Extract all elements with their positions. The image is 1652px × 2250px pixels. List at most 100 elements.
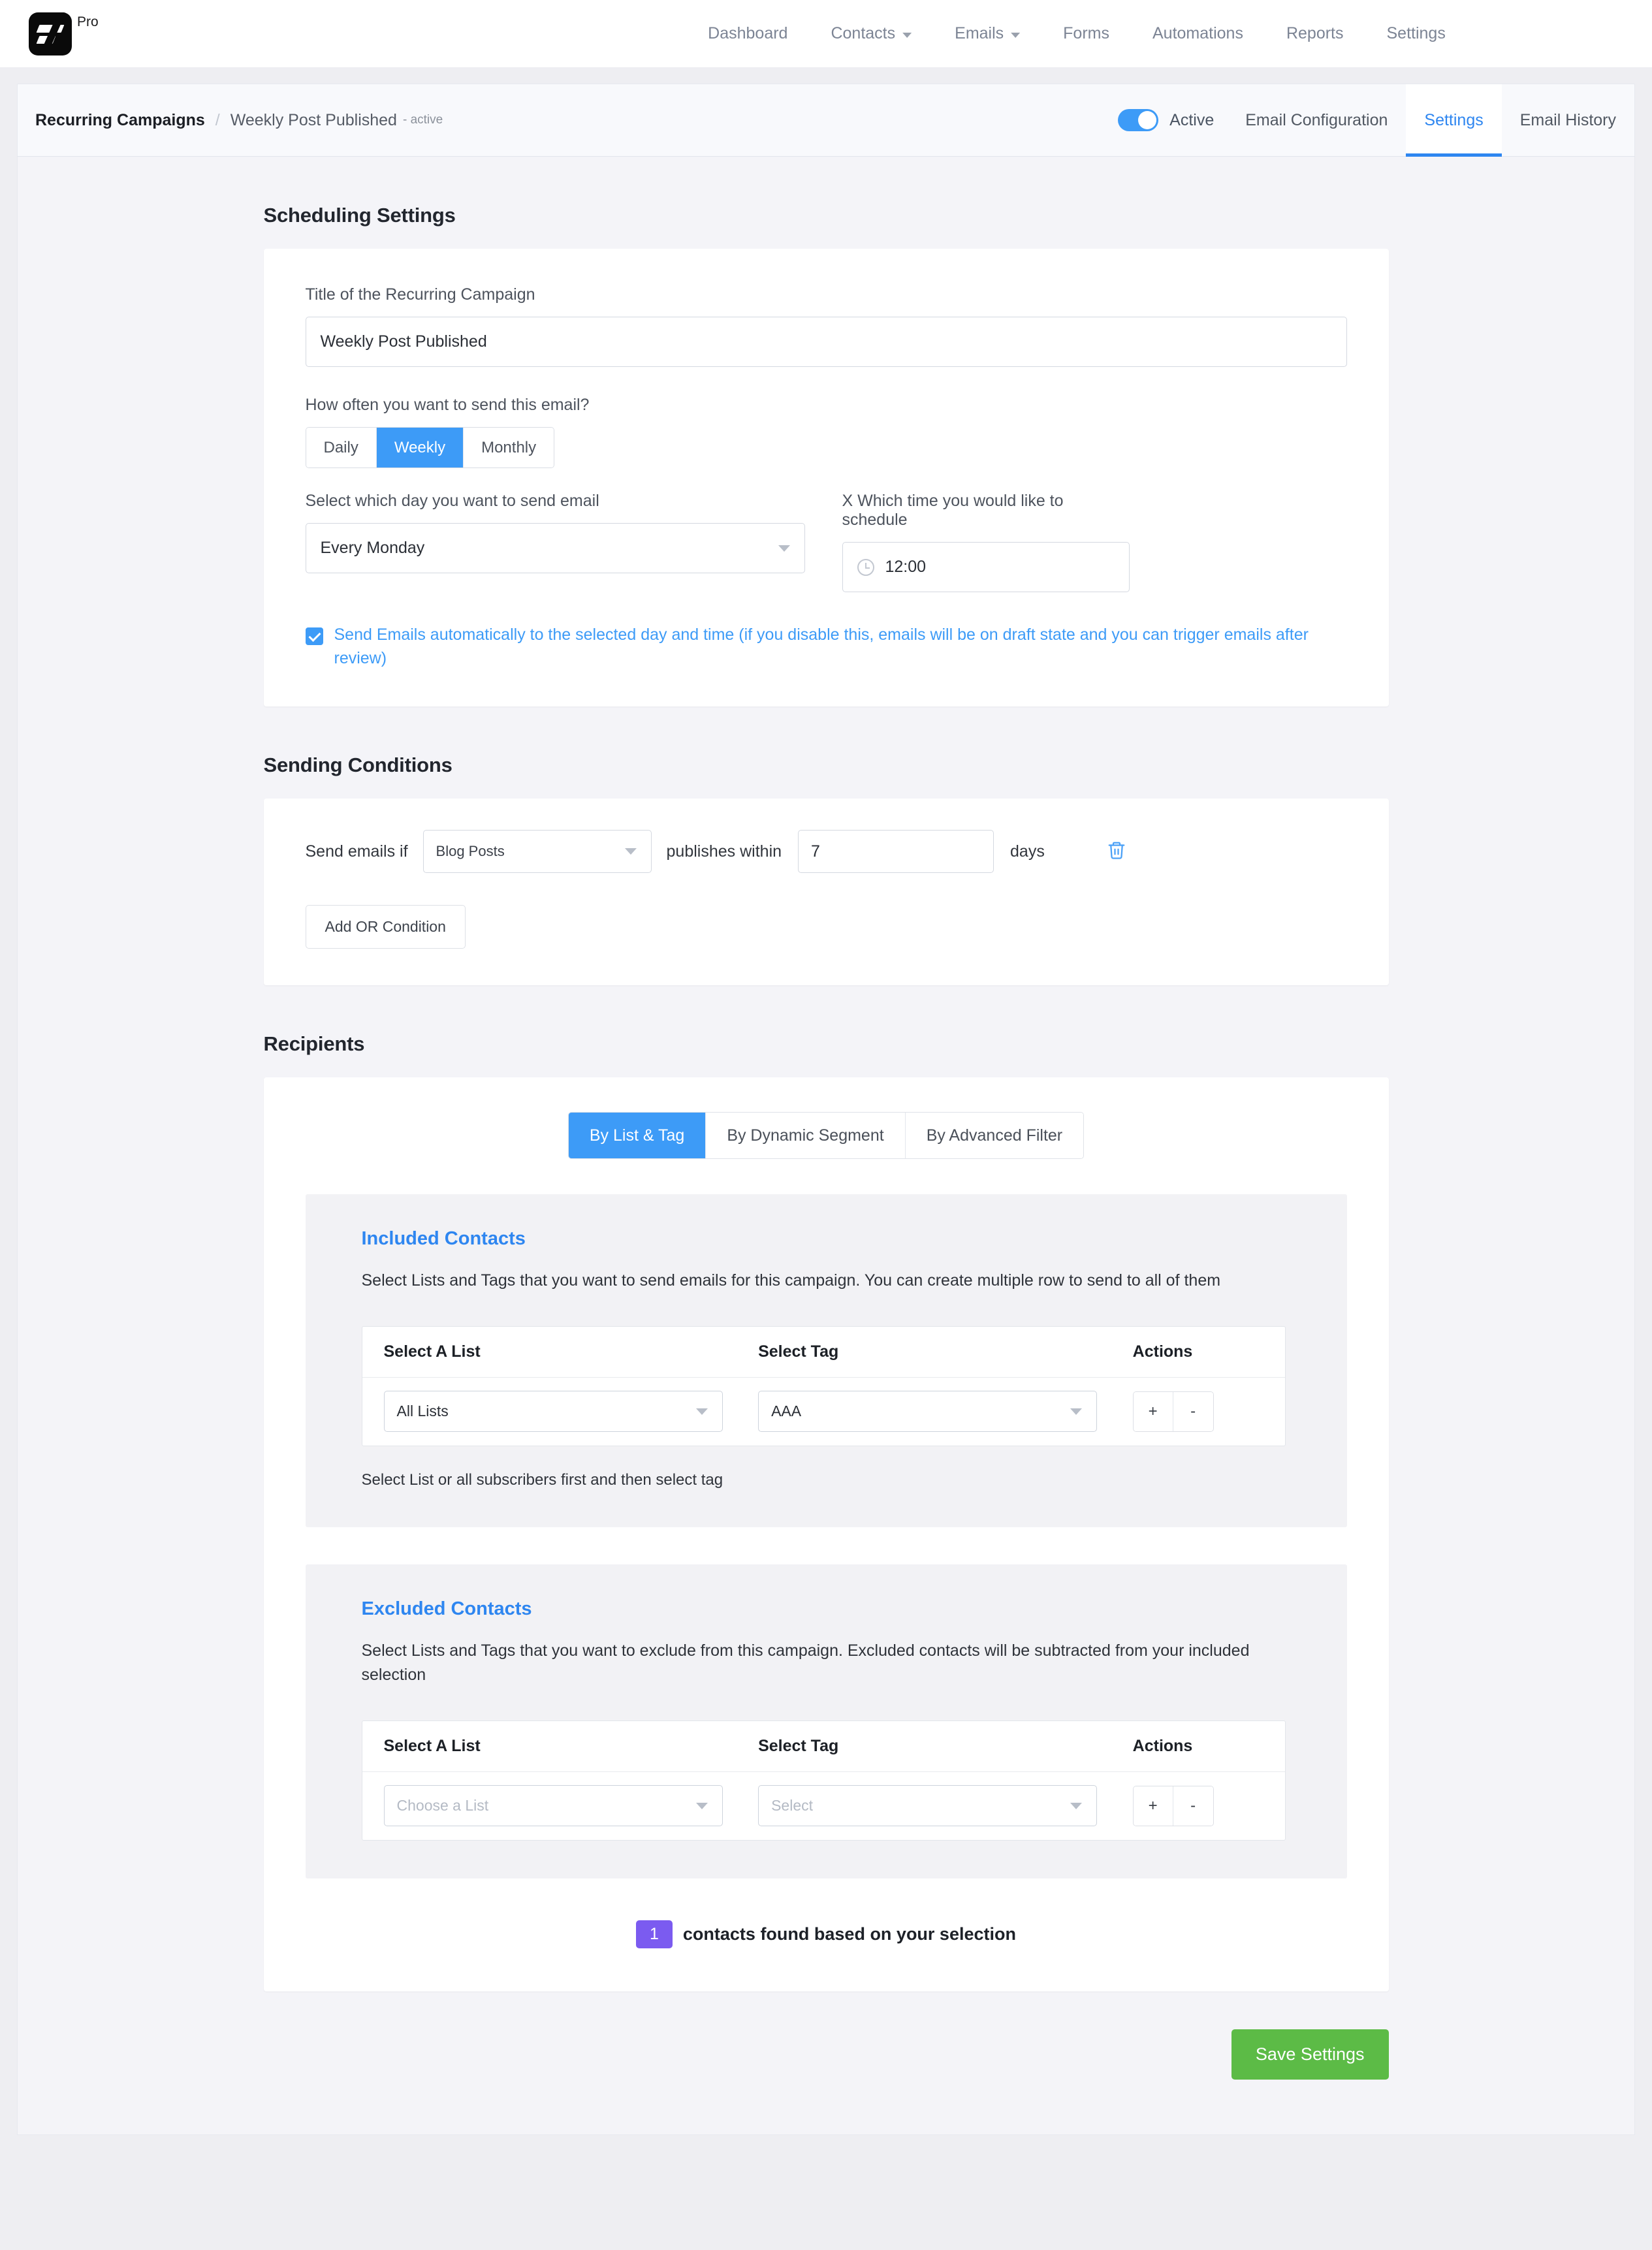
nav-label-reports: Reports [1286,24,1344,42]
included-tag-select[interactable]: AAA [758,1391,1098,1432]
scheduling-section-title: Scheduling Settings [263,204,456,227]
frequency-label: How often you want to send this email? [305,396,590,414]
tab-email-configuration[interactable]: Email Configuration [1227,84,1406,156]
frequency-option-monthly[interactable]: Monthly [464,428,554,467]
excluded-contacts-description: Select Lists and Tags that you want to e… [361,1641,1250,1685]
contacts-found-badge: 1 [636,1920,673,1948]
recipients-tab-by-advanced-filter[interactable]: By Advanced Filter [905,1113,1084,1158]
breadcrumb-current: Weekly Post Published [230,110,397,129]
recipients-tab-by-list-and-tag[interactable]: By List & Tag [568,1113,707,1158]
brand-pro-label: Pro [77,14,99,29]
clock-icon [857,558,874,576]
included-contacts-title: Included Contacts [361,1228,526,1249]
excluded-column-list: Select A List [383,1736,481,1755]
nav-item-emails[interactable]: Emails [933,18,1041,50]
auto-send-label[interactable]: Send Emails automatically to the selecte… [334,624,1327,670]
condition-days-input[interactable]: 7 [798,830,994,873]
recipients-tab-by-dynamic-segment[interactable]: By Dynamic Segment [706,1113,906,1158]
excluded-contacts-title: Excluded Contacts [361,1598,532,1619]
excluded-table-header: Select A List Select Tag Actions [362,1721,1285,1772]
active-toggle-label: Active [1169,110,1215,129]
condition-middle-label: publishes within [666,842,782,861]
included-tag-value: AAA [771,1402,802,1419]
nav-item-automations[interactable]: Automations [1131,18,1265,50]
table-row: Choose a List Select + - [362,1772,1285,1840]
time-label: X Which time you would like to schedule [842,492,1064,529]
active-toggle[interactable] [1118,109,1159,131]
condition-row: Send emails if Blog Posts publishes with… [306,830,1347,873]
excluded-column-tag: Select Tag [758,1736,839,1755]
campaign-title-input[interactable]: Weekly Post Published [305,317,1347,367]
day-time-row: Select which day you want to send email … [305,492,1347,592]
frequency-label-daily: Daily [323,438,358,456]
frequency-label-monthly: Monthly [481,438,537,456]
recipients-tabbar-wrap: By List & Tag By Dynamic Segment By Adva… [264,1112,1389,1159]
recipients-section: Recipients By List & Tag By Dynamic Segm… [263,1032,1389,1991]
nav-item-dashboard[interactable]: Dashboard [686,18,809,50]
tab-settings[interactable]: Settings [1406,84,1502,157]
breadcrumb-separator: / [215,110,220,129]
nav-label-contacts: Contacts [831,24,896,42]
excluded-remove-row-button[interactable]: - [1173,1786,1213,1826]
excluded-add-row-button[interactable]: + [1133,1786,1173,1826]
scheduling-card: Title of the Recurring Campaign Weekly P… [263,249,1389,706]
included-add-row-button[interactable]: + [1133,1391,1173,1431]
chevron-down-icon [1070,1408,1083,1415]
included-contacts-block: Included Contacts Select Lists and Tags … [305,1194,1347,1527]
day-field-group: Select which day you want to send email … [305,492,805,592]
condition-source-select[interactable]: Blog Posts [422,830,652,873]
recipients-tab-label-advanced-filter: By Advanced Filter [926,1126,1063,1145]
included-column-list: Select A List [383,1342,481,1361]
nav-item-reports[interactable]: Reports [1265,18,1365,50]
sending-conditions-section: Sending Conditions Send emails if Blog P… [263,753,1389,985]
recipients-section-title: Recipients [263,1032,365,1055]
excluded-column-actions: Actions [1132,1736,1193,1755]
breadcrumb-root[interactable]: Recurring Campaigns [35,111,205,130]
nav-item-forms[interactable]: Forms [1041,18,1131,50]
conditions-card: Send emails if Blog Posts publishes with… [263,799,1389,985]
recipients-tab-label-list-tag: By List & Tag [589,1126,685,1145]
excluded-tag-select[interactable]: Select [758,1785,1098,1826]
day-select[interactable]: Every Monday [305,523,805,573]
settings-panel-body: Scheduling Settings Title of the Recurri… [17,157,1635,2135]
contacts-found-text: contacts found based on your selection [682,1924,1016,1944]
save-settings-button[interactable]: Save Settings [1231,2029,1389,2080]
time-input[interactable]: 12:00 [842,542,1130,592]
nav-label-automations: Automations [1152,24,1243,42]
nav-item-contacts[interactable]: Contacts [809,18,933,50]
included-contacts-table: Select A List Select Tag Actions All Lis… [361,1325,1286,1446]
nav-label-dashboard: Dashboard [708,24,788,42]
breadcrumb: Recurring Campaigns / Weekly Post Publis… [18,84,443,156]
brand-logo[interactable]: Pro [29,12,99,55]
frequency-option-daily[interactable]: Daily [306,428,377,467]
tab-label-email-history: Email History [1519,110,1616,129]
chevron-down-icon [778,545,790,552]
excluded-list-placeholder: Choose a List [396,1797,489,1814]
trash-icon[interactable] [1107,840,1126,864]
top-navigation-bar: Pro Dashboard Contacts Emails Forms Auto… [0,0,1652,67]
chevron-down-icon [695,1408,708,1415]
campaign-title-value: Weekly Post Published [320,332,487,351]
campaign-title-label: Title of the Recurring Campaign [305,285,535,304]
included-row-actions: + - [1132,1391,1214,1432]
included-list-select[interactable]: All Lists [383,1391,723,1432]
nav-item-settings[interactable]: Settings [1365,18,1467,50]
auto-send-checkbox[interactable] [305,627,323,645]
nav-label-settings: Settings [1386,24,1446,42]
included-column-actions: Actions [1132,1342,1193,1361]
chevron-down-icon [1011,32,1021,38]
add-or-condition-button[interactable]: Add OR Condition [305,905,466,949]
included-contacts-hint: Select List or all subscribers first and… [361,1470,723,1489]
excluded-contacts-table: Select A List Select Tag Actions Choose … [361,1720,1286,1841]
nav-label-emails: Emails [955,24,1004,42]
tab-email-history[interactable]: Email History [1502,84,1634,156]
excluded-list-select[interactable]: Choose a List [383,1785,723,1826]
tab-label-email-configuration: Email Configuration [1245,110,1388,129]
condition-days-value: 7 [811,842,820,861]
frequency-option-weekly[interactable]: Weekly [376,428,464,467]
campaign-header-bar: Recurring Campaigns / Weekly Post Publis… [17,84,1635,157]
day-select-value: Every Monday [320,539,425,557]
included-remove-row-button[interactable]: - [1173,1391,1213,1431]
app-logo-icon [29,12,72,55]
main-nav-items: Dashboard Contacts Emails Forms Automati… [686,18,1467,50]
